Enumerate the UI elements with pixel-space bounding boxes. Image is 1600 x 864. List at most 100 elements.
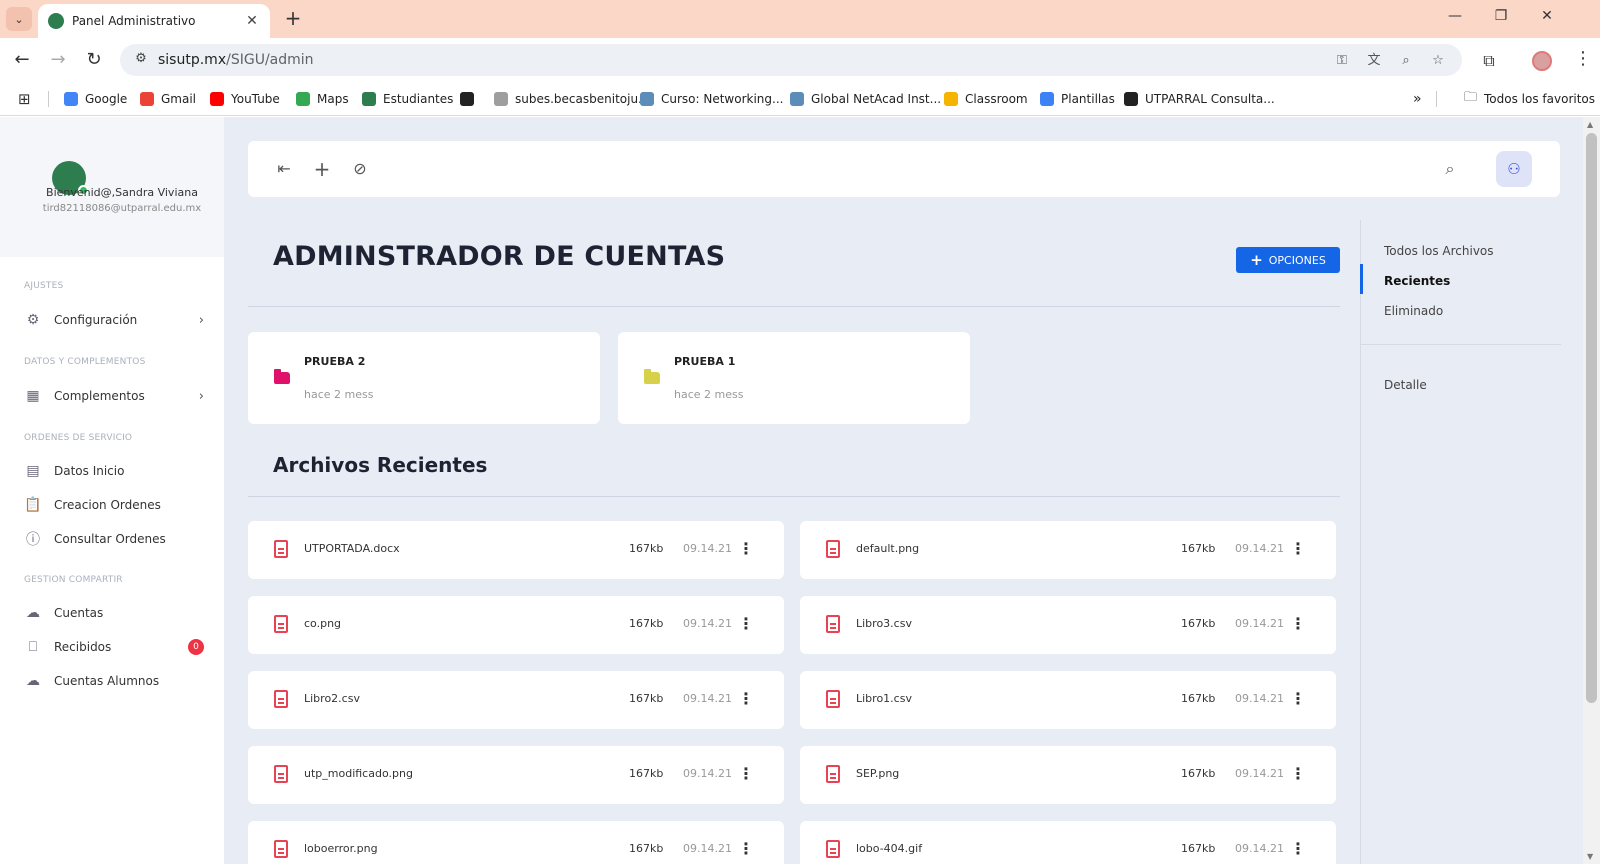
bookmark-item[interactable]: Gmail [140,90,196,108]
file-card[interactable]: utp_modificado.png 167kb 09.14.21 ⋮ [248,746,784,804]
sidebar-item-consultar-ordenes[interactable]: ⓘ Consultar Ordenes [24,528,204,550]
chevron-down-icon: ⌄ [14,12,24,26]
more-options-icon[interactable]: ⋮ [1290,838,1306,860]
file-card[interactable]: lobo-404.gif 167kb 09.14.21 ⋮ [800,821,1336,864]
bookmark-item[interactable] [460,90,481,108]
reload-icon[interactable]: ↻ [82,48,106,72]
sidebar: Bienvenid@,Sandra Viviana tird82118086@u… [0,117,224,864]
sidebar-item-cuentas-alumnos[interactable]: ☁ Cuentas Alumnos [24,670,204,692]
file-card[interactable]: Libro3.csv 167kb 09.14.21 ⋮ [800,596,1336,654]
more-options-icon[interactable]: ⋮ [738,838,754,860]
tab-search-button[interactable]: ⌄ [6,7,32,31]
compass-icon[interactable]: ⊘ [348,157,372,181]
tab-close-icon[interactable]: ✕ [244,13,260,29]
file-card[interactable]: SEP.png 167kb 09.14.21 ⋮ [800,746,1336,804]
file-document-icon [826,540,840,558]
bookmark-favicon-icon [1040,92,1054,106]
minimize-button[interactable]: — [1432,8,1478,30]
new-tab-button[interactable]: + [280,6,306,32]
browser-menu-icon[interactable]: ⋮ [1574,48,1592,69]
bookmark-item[interactable]: subes.becasbenitoju... [494,90,650,108]
sidebar-item-configuracion[interactable]: ⚙ Configuración › [24,309,204,331]
site-info-icon[interactable]: ⚙ [132,51,150,69]
restore-button[interactable]: ❐ [1478,8,1524,30]
file-card[interactable]: co.png 167kb 09.14.21 ⋮ [248,596,784,654]
bookmark-item[interactable]: Google [64,90,127,108]
file-card[interactable]: UTPORTADA.docx 167kb 09.14.21 ⋮ [248,521,784,579]
more-options-icon[interactable]: ⋮ [738,613,754,635]
add-icon[interactable]: + [310,157,334,181]
folder-icon [644,369,660,384]
bookmark-item[interactable]: UTPARRAL Consulta... [1124,90,1275,108]
address-bar[interactable]: ⚙ sisutp.mx/SIGU/admin ⚿ 文 ⌕ ☆ [120,44,1462,76]
more-options-icon[interactable]: ⋮ [738,763,754,785]
bookmark-item[interactable]: Estudiantes [362,90,453,108]
notification-badge: 0 [188,639,204,655]
scroll-down-icon[interactable]: ▼ [1587,852,1593,861]
url-text[interactable]: sisutp.mx/SIGU/admin [158,52,314,68]
user-settings-icon[interactable]: ⚇ [1496,151,1532,187]
folder-card[interactable]: PRUEBA 1 hace 2 mess [618,332,970,424]
options-button[interactable]: + OPCIONES [1236,247,1340,273]
more-options-icon[interactable]: ⋮ [1290,763,1306,785]
bookmark-item[interactable]: Classroom [944,90,1028,108]
cloud-icon: ☁ [26,605,40,621]
bookmark-item[interactable]: Global NetAcad Inst... [790,90,941,108]
bookmark-item[interactable]: Maps [296,90,349,108]
page-scrollbar[interactable]: ▲ ▼ [1583,117,1600,864]
more-options-icon[interactable]: ⋮ [1290,688,1306,710]
browser-tab-active[interactable]: Panel Administrativo ✕ [38,4,270,38]
filter-deleted[interactable]: Eliminado [1384,304,1443,318]
forward-arrow-icon[interactable]: → [46,48,70,72]
bookmark-label: Google [85,92,128,106]
more-options-icon[interactable]: ⋮ [1290,613,1306,635]
file-size: 167kb [1181,842,1216,855]
sidebar-item-label: Configuración [54,313,138,327]
filter-all-files[interactable]: Todos los Archivos [1384,244,1494,258]
apps-grid-icon[interactable]: ⊞ [18,90,31,108]
more-options-icon[interactable]: ⋮ [738,688,754,710]
bookmark-item[interactable]: Curso: Networking... [640,90,783,108]
filter-recent[interactable]: Recientes [1384,274,1450,288]
file-card[interactable]: default.png 167kb 09.14.21 ⋮ [800,521,1336,579]
bookmark-star-icon[interactable]: ☆ [1428,51,1448,71]
back-arrow-icon[interactable]: ← [10,48,34,72]
profile-avatar[interactable] [1532,51,1552,71]
bookmark-favicon-icon [1124,92,1138,106]
detail-link[interactable]: Detalle [1384,378,1427,392]
collapse-sidebar-icon[interactable]: ⇤ [272,157,296,181]
all-bookmarks-folder[interactable]: 🗀 Todos los favoritos [1464,90,1595,108]
sidebar-item-cuentas[interactable]: ☁ Cuentas [24,602,204,624]
more-options-icon[interactable]: ⋮ [738,538,754,560]
file-size: 167kb [1181,617,1216,630]
bookmark-label: Curso: Networking... [661,92,784,106]
sidebar-item-creacion-ordenes[interactable]: 📋 Creacion Ordenes [24,494,204,516]
sidebar-item-complementos[interactable]: ▦ Complementos › [24,385,204,407]
bookmark-item[interactable]: YouTube [210,90,280,108]
sidebar-item-recibidos[interactable]: ⎕ Recibidos 0 [24,636,204,658]
bookmark-favicon-icon [494,92,508,106]
scroll-up-icon[interactable]: ▲ [1587,120,1593,129]
more-options-icon[interactable]: ⋮ [1290,538,1306,560]
sidebar-item-datos-inicio[interactable]: ▤ Datos Inicio [24,460,204,482]
file-card[interactable]: loboerror.png 167kb 09.14.21 ⋮ [248,821,784,864]
file-document-icon [274,615,288,633]
password-key-icon[interactable]: ⚿ [1332,51,1352,71]
options-label: OPCIONES [1268,253,1326,267]
close-window-button[interactable]: ✕ [1524,8,1570,30]
zoom-icon[interactable]: ⌕ [1396,51,1416,71]
extensions-icon[interactable]: ⧉ [1478,50,1500,72]
file-card[interactable]: Libro1.csv 167kb 09.14.21 ⋮ [800,671,1336,729]
file-size: 167kb [629,767,664,780]
folder-card[interactable]: PRUEBA 2 hace 2 mess [248,332,600,424]
bookmarks-more-icon[interactable]: » [1413,90,1422,108]
sidebar-item-label: Datos Inicio [54,464,125,478]
bookmark-label: Gmail [161,92,197,106]
bookmarks-bar: ⊞ Google Gmail YouTube Maps Estudiantes subes… [0,82,1600,116]
bookmark-item[interactable]: Plantillas [1040,90,1115,108]
translate-icon[interactable]: 文 [1364,51,1384,71]
file-card[interactable]: Libro2.csv 167kb 09.14.21 ⋮ [248,671,784,729]
folder-icon [274,369,290,384]
scroll-thumb[interactable] [1586,133,1597,703]
search-icon[interactable]: ⌕ [1438,157,1462,181]
